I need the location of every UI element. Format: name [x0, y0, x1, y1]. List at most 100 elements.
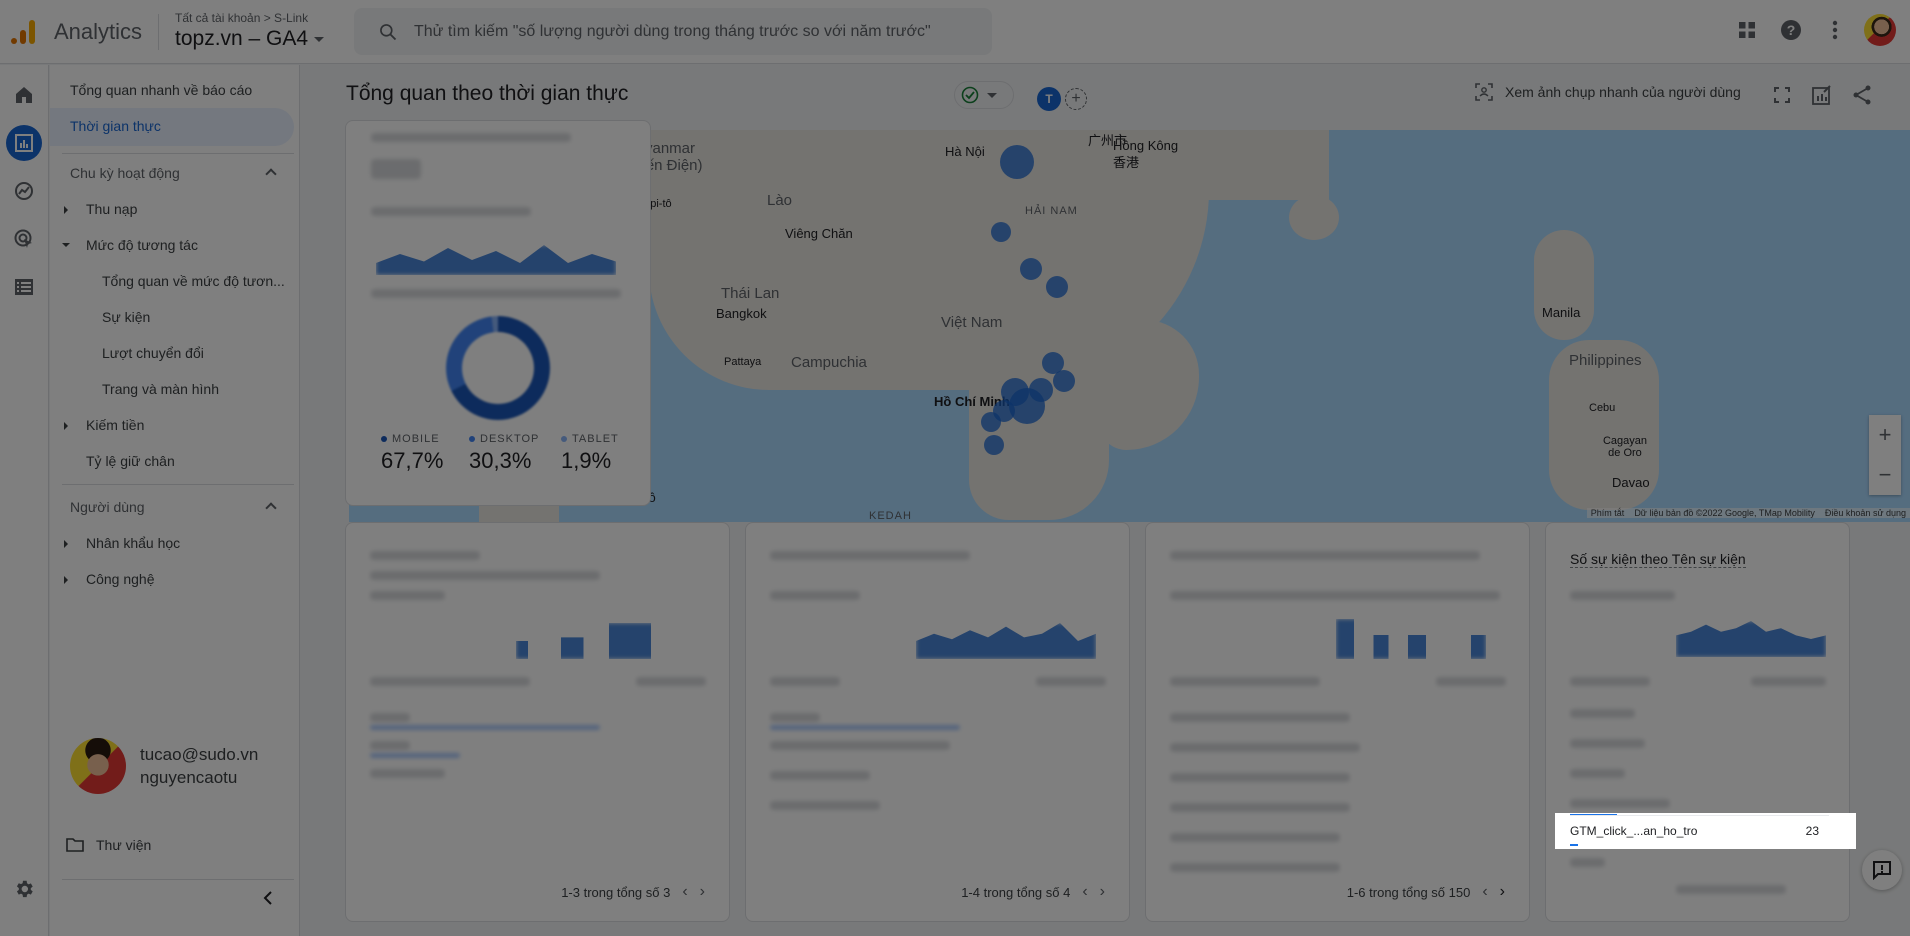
- expand-arrow-icon[interactable]: [64, 206, 68, 214]
- nav-item-engagement-overview[interactable]: Tổng quan về mức độ tươn...: [102, 273, 285, 289]
- left-rail: [0, 65, 49, 936]
- legend-label: TABLET: [572, 433, 619, 445]
- chevron-up-icon[interactable]: [265, 502, 277, 514]
- nav-item-retention[interactable]: Tỷ lệ giữ chân: [86, 453, 175, 469]
- header-actions: [1767, 80, 1877, 110]
- property-name: topz.vn – GA4: [175, 27, 309, 50]
- feedback-button[interactable]: [1862, 850, 1902, 890]
- map-label: Pattaya: [724, 356, 762, 368]
- nav-item-realtime[interactable]: Thời gian thực: [70, 118, 161, 134]
- nav-item-monetization[interactable]: Kiếm tiền: [86, 417, 144, 433]
- reports-icon[interactable]: [6, 125, 42, 161]
- nav-item-acquisition[interactable]: Thu nạp: [86, 201, 137, 217]
- map-label: Viêng Chăn: [785, 226, 853, 241]
- next-page-button[interactable]: ›: [1500, 883, 1505, 901]
- fullscreen-icon[interactable]: [1767, 80, 1797, 110]
- user-location-marker[interactable]: [1046, 276, 1068, 298]
- user-snapshot-icon: [1475, 83, 1493, 101]
- pagination: 1-4 trong tổng số 4 ‹ ›: [961, 883, 1105, 901]
- more-vert-icon[interactable]: [1820, 15, 1850, 45]
- zoom-out-button[interactable]: −: [1869, 455, 1901, 495]
- account-avatar[interactable]: [1864, 14, 1896, 46]
- legend-label: MOBILE: [392, 433, 440, 445]
- user-location-marker[interactable]: [1053, 370, 1075, 392]
- configure-list-icon[interactable]: [6, 269, 42, 305]
- expand-arrow-icon[interactable]: [64, 576, 68, 584]
- home-icon[interactable]: [6, 77, 42, 113]
- device-donut-chart[interactable]: [446, 316, 550, 420]
- search-input[interactable]: [414, 22, 974, 41]
- user-email: tucao@sudo.vn: [140, 745, 259, 764]
- prev-page-button[interactable]: ‹: [1082, 883, 1087, 901]
- analytics-logo-icon[interactable]: [8, 16, 38, 46]
- section-life-cycle[interactable]: Chu kỳ hoạt động: [70, 165, 180, 181]
- prev-page-button[interactable]: ‹: [682, 883, 687, 901]
- divider: [158, 14, 159, 50]
- blurred-text: [1570, 591, 1675, 600]
- view-user-snapshot-button[interactable]: Xem ảnh chụp nhanh của người dùng: [1475, 83, 1741, 101]
- nav-item-reports-snapshot[interactable]: Tổng quan nhanh về báo cáo: [70, 82, 252, 98]
- nav-item-conversions[interactable]: Lượt chuyển đổi: [102, 345, 204, 361]
- legend-value: 1,9%: [561, 448, 612, 473]
- blurred-text: [370, 677, 530, 686]
- chevron-left-icon: [263, 891, 272, 905]
- apps-grid-icon[interactable]: [1732, 15, 1762, 45]
- expand-arrow-icon[interactable]: [64, 540, 68, 548]
- expand-arrow-icon[interactable]: [64, 422, 68, 430]
- section-user[interactable]: Người dùng: [70, 499, 145, 515]
- blurred-text: [770, 713, 820, 722]
- blurred-text: [371, 159, 421, 179]
- nav-item-tech[interactable]: Công nghệ: [86, 571, 155, 587]
- map-zoom-control: + −: [1869, 415, 1901, 495]
- user-location-marker[interactable]: [1009, 388, 1045, 424]
- breadcrumb[interactable]: Tất cả tài khoản > S-Link: [175, 11, 308, 25]
- search-bar[interactable]: [354, 8, 992, 55]
- card-title[interactable]: Số sự kiện theo Tên sự kiện: [1570, 551, 1746, 568]
- user-location-marker[interactable]: [981, 412, 1001, 432]
- add-comparison-button[interactable]: +: [1065, 88, 1087, 110]
- blurred-text: [370, 741, 410, 750]
- settings-gear-icon[interactable]: [6, 871, 42, 907]
- collapse-nav-button[interactable]: [262, 891, 274, 910]
- user-location-marker[interactable]: [984, 435, 1004, 455]
- next-page-button[interactable]: ›: [700, 883, 705, 901]
- keyboard-shortcuts-link[interactable]: Phím tắt: [1591, 508, 1625, 518]
- explore-icon[interactable]: [6, 173, 42, 209]
- blurred-text: [1570, 769, 1625, 778]
- help-icon[interactable]: ?: [1776, 15, 1806, 45]
- share-icon[interactable]: [1847, 80, 1877, 110]
- blurred-bar: [370, 753, 460, 758]
- blurred-sparkline: [1676, 621, 1826, 657]
- user-location-marker[interactable]: [991, 222, 1011, 242]
- event-row-highlighted[interactable]: GTM_click_...an_ho_tro 23: [1556, 814, 1855, 848]
- library-link[interactable]: Thư viện: [66, 837, 151, 853]
- terms-link[interactable]: Điều khoản sử dụng: [1825, 508, 1906, 518]
- customize-report-icon[interactable]: [1807, 80, 1837, 110]
- comparison-badge[interactable]: T: [1037, 87, 1061, 111]
- nav-item-demographics[interactable]: Nhân khẩu học: [86, 535, 180, 551]
- map-label: Philippines: [1569, 352, 1642, 369]
- advertising-icon[interactable]: [6, 221, 42, 257]
- nav-item-engagement[interactable]: Mức độ tương tác: [86, 237, 198, 253]
- prev-page-button[interactable]: ‹: [1482, 883, 1487, 901]
- users-by-source-card: 1-3 trong tổng số 3 ‹ ›: [345, 522, 730, 922]
- check-circle-icon: [961, 86, 979, 104]
- blurred-sparkline: [916, 623, 1096, 659]
- map-label: Cebu: [1589, 402, 1616, 414]
- legend-dot: [381, 436, 387, 442]
- user-location-marker[interactable]: [1020, 258, 1042, 280]
- zoom-in-button[interactable]: +: [1869, 415, 1901, 455]
- nav-item-events[interactable]: Sự kiện: [102, 309, 150, 325]
- nav-item-pages-screens[interactable]: Trang và màn hình: [102, 381, 219, 397]
- device-category-card: MOBILE 67,7% DESKTOP 30,3% TABLET 1,9%: [345, 120, 651, 506]
- blurred-text: [371, 207, 531, 216]
- map-label: Lào: [767, 192, 793, 209]
- user-location-marker[interactable]: [1000, 145, 1034, 179]
- property-selector[interactable]: topz.vn – GA4: [175, 27, 325, 51]
- chevron-up-icon[interactable]: [265, 168, 277, 180]
- data-quality-status[interactable]: [954, 81, 1014, 109]
- map-label: KEDAH: [869, 510, 912, 522]
- collapse-arrow-icon[interactable]: [62, 243, 70, 247]
- legend-dot: [469, 436, 475, 442]
- next-page-button[interactable]: ›: [1100, 883, 1105, 901]
